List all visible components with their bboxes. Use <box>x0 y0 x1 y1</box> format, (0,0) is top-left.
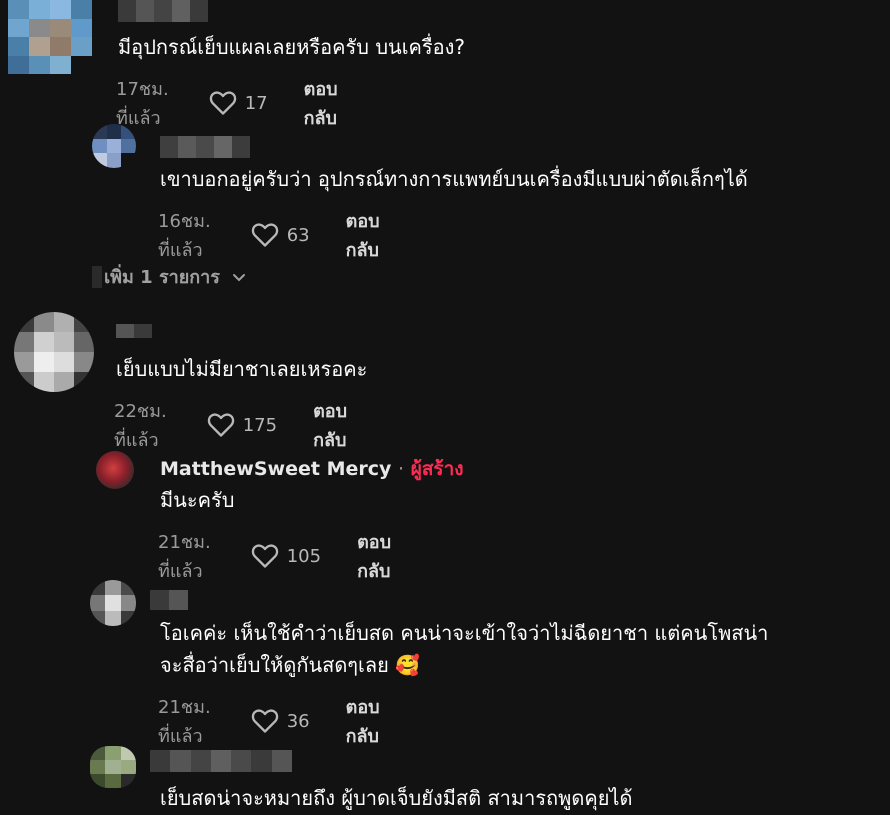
comment-text: เย็บสดน่าจะหมายถึง ผู้บาดเจ็บยังมีสติ สา… <box>160 786 633 810</box>
username-blurred[interactable] <box>160 136 250 158</box>
heart-outline-icon <box>207 413 234 437</box>
heart-outline-icon <box>209 91 236 115</box>
comment-text-line-2: จะสื่อว่าเย็บให้ดูกันสดๆเลย 🥰 <box>160 653 421 677</box>
comment-text: มีอุปกรณ์เย็บแผลเลยหรือครับ บนเครื่อง? <box>118 35 466 59</box>
comment-text: มีนะครับ <box>160 488 235 512</box>
comment-meta: 17ชม. ที่แล้ว 17 ตอบกลับ <box>116 74 338 132</box>
username-blurred[interactable] <box>116 324 152 338</box>
like-count: 17 <box>244 92 268 114</box>
comment-text: เย็บแบบไม่มียาชาเลยเหรอคะ <box>116 357 368 381</box>
username-blurred[interactable] <box>150 750 292 772</box>
like-count: 36 <box>286 710 310 732</box>
reply-button[interactable]: ตอบกลับ <box>304 74 338 132</box>
creator-name-row: MatthewSweet Mercy · ผู้สร้าง <box>160 454 464 480</box>
separator: · <box>398 458 405 480</box>
comment-meta: 22ชม. ที่แล้ว 175 ตอบกลับ <box>114 396 347 454</box>
reply-button[interactable]: ตอบกลับ <box>346 206 380 264</box>
comment-time: 22ชม. ที่แล้ว <box>114 401 167 451</box>
blurred-prefix <box>92 265 102 288</box>
like-button[interactable]: 63 <box>251 222 310 248</box>
comment-text: เขาบอกอยู่ครับว่า อุปกรณ์ทางการแพทย์บนเค… <box>160 167 748 191</box>
avatar[interactable] <box>14 312 94 392</box>
comment-time: 21ชม. ที่แล้ว <box>158 532 211 582</box>
comment-text-line-1: โอเคค่ะ เห็นใช้คำว่าเย็บสด คนน่าจะเข้าใจ… <box>160 621 769 645</box>
reply-button[interactable]: ตอบกลับ <box>346 692 380 750</box>
like-button[interactable]: 175 <box>207 412 277 438</box>
avatar[interactable] <box>8 0 92 74</box>
creator-badge: ผู้สร้าง <box>410 458 464 480</box>
comment-time: 21ชม. ที่แล้ว <box>158 697 211 747</box>
heart-outline-icon <box>251 544 278 568</box>
view-more-replies-button[interactable]: เพิ่ม 1 รายการ <box>92 262 248 291</box>
view-more-label: เพิ่ม 1 รายการ <box>104 267 220 288</box>
like-button[interactable]: 105 <box>251 543 321 569</box>
creator-username[interactable]: MatthewSweet Mercy <box>160 458 391 480</box>
like-count: 105 <box>286 545 322 567</box>
heart-outline-icon <box>251 709 278 733</box>
reply-button[interactable]: ตอบกลับ <box>313 396 347 454</box>
username-blurred[interactable] <box>118 0 208 22</box>
comment-meta: 16ชม. ที่แล้ว 63 ตอบกลับ <box>158 206 380 264</box>
comment-time: 16ชม. ที่แล้ว <box>158 211 211 261</box>
reply-button[interactable]: ตอบกลับ <box>357 527 391 585</box>
username-blurred[interactable] <box>150 590 188 610</box>
chevron-down-icon <box>232 273 245 281</box>
like-button[interactable]: 17 <box>209 90 268 116</box>
avatar[interactable] <box>90 746 136 788</box>
like-button[interactable]: 36 <box>251 708 310 734</box>
avatar[interactable] <box>92 124 136 168</box>
like-count: 63 <box>286 224 310 246</box>
creator-avatar[interactable] <box>96 451 134 489</box>
avatar[interactable] <box>90 580 136 626</box>
comment-time: 17ชม. ที่แล้ว <box>116 79 169 129</box>
comment-meta: 21ชม. ที่แล้ว 36 ตอบกลับ <box>158 692 380 750</box>
heart-outline-icon <box>251 223 278 247</box>
like-count: 175 <box>242 414 278 436</box>
comment-meta: 21ชม. ที่แล้ว 105 ตอบกลับ <box>158 527 391 585</box>
